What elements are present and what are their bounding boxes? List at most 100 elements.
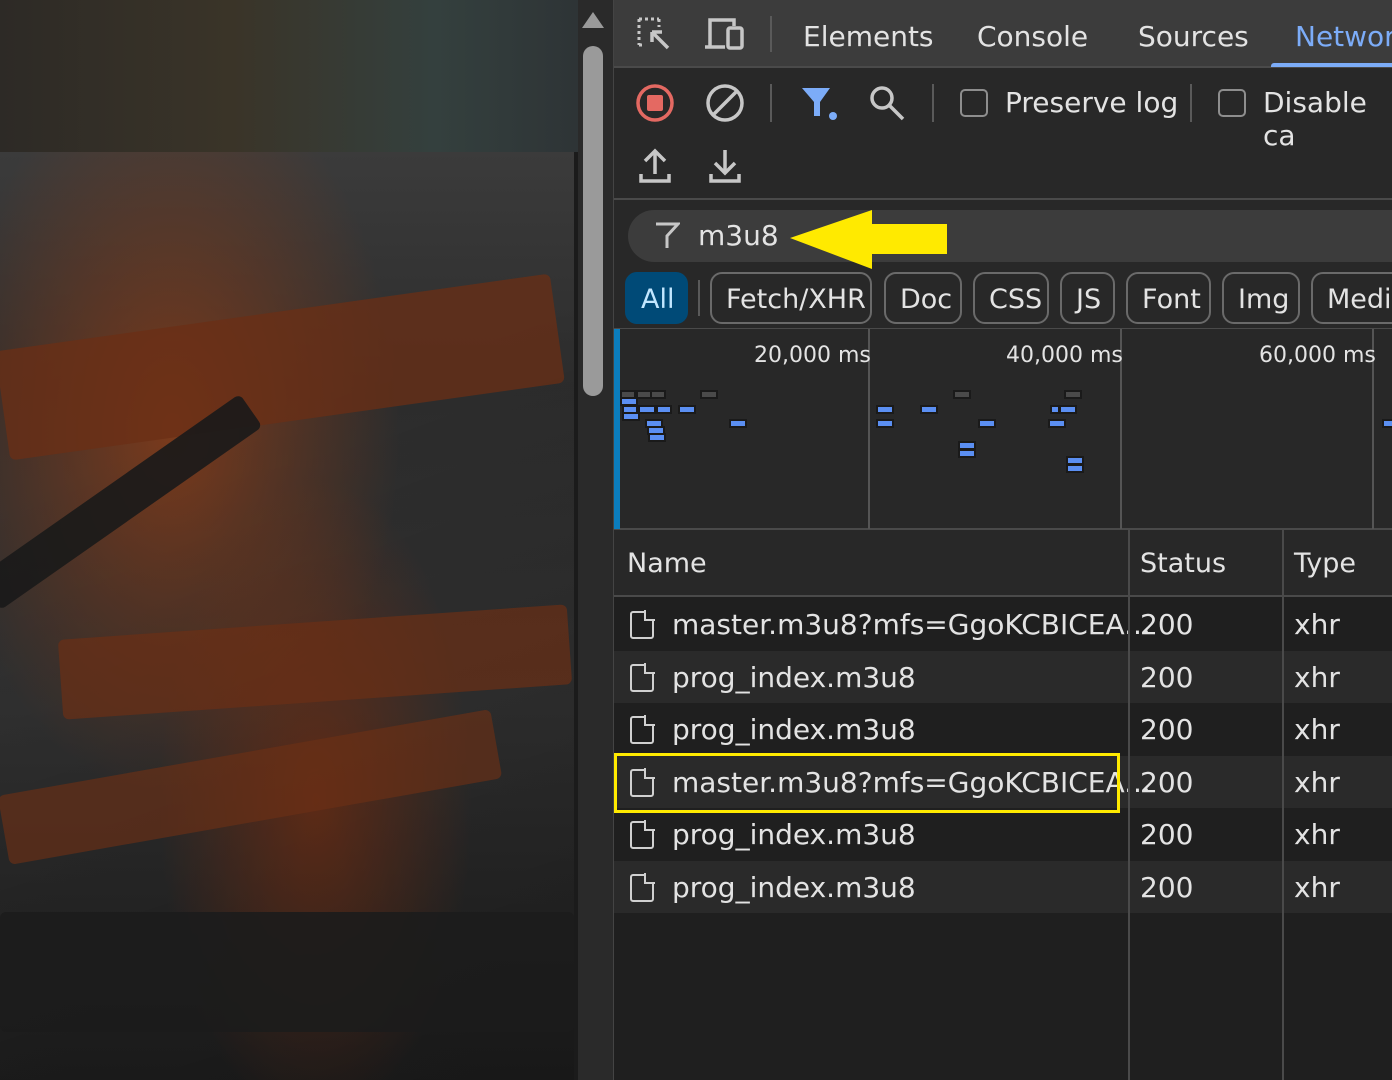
request-status: 200 bbox=[1140, 870, 1194, 904]
divider bbox=[1190, 84, 1192, 122]
timeline-bar bbox=[955, 392, 969, 397]
column-resizer[interactable] bbox=[1282, 530, 1284, 1080]
divider bbox=[770, 16, 772, 52]
chip-fetch-xhr[interactable]: Fetch/XHR bbox=[710, 272, 872, 324]
column-header-name[interactable]: Name bbox=[627, 548, 707, 579]
timeline-bar bbox=[980, 421, 994, 426]
document-icon bbox=[630, 820, 655, 849]
scrollbar-thumb[interactable] bbox=[583, 46, 603, 396]
highlight-annotation-box bbox=[614, 752, 1120, 813]
request-name[interactable]: prog_index.m3u8 bbox=[672, 713, 916, 746]
timeline-bar bbox=[622, 399, 636, 404]
devtools-tabbar: Elements Console Sources Networ bbox=[614, 0, 1392, 68]
request-status: 200 bbox=[1140, 608, 1194, 641]
filter-input[interactable]: m3u8 bbox=[628, 210, 1392, 262]
chip-img[interactable]: Img bbox=[1222, 272, 1300, 324]
export-har-icon[interactable] bbox=[708, 148, 742, 184]
tab-network[interactable]: Networ bbox=[1295, 20, 1392, 53]
page-scrollbar[interactable] bbox=[578, 0, 613, 1080]
timeline-bar bbox=[624, 414, 638, 419]
search-icon[interactable] bbox=[868, 84, 906, 122]
overview-range-handle[interactable] bbox=[614, 329, 620, 529]
timeline-bar bbox=[1050, 421, 1064, 426]
document-icon bbox=[630, 715, 655, 744]
timeline-bar bbox=[1384, 421, 1392, 426]
timeline-bar bbox=[960, 451, 974, 456]
table-header: Name Status Type bbox=[614, 530, 1392, 597]
timeline-bar bbox=[878, 407, 892, 412]
tab-elements[interactable]: Elements bbox=[803, 20, 934, 53]
tab-console[interactable]: Console bbox=[977, 20, 1088, 53]
column-resizer[interactable] bbox=[1128, 530, 1130, 1080]
table-row[interactable]: prog_index.m3u8 200 xhr bbox=[614, 860, 1392, 913]
timeline-bar bbox=[680, 407, 694, 412]
table-row[interactable]: prog_index.m3u8 200 xhr bbox=[614, 703, 1392, 756]
timeline-bar bbox=[922, 407, 936, 412]
filter-input-value[interactable]: m3u8 bbox=[698, 219, 779, 252]
timeline-bar bbox=[1066, 392, 1080, 397]
timeline-bar bbox=[649, 428, 663, 433]
filter-row: m3u8 All Fetch/XHR Doc CSS JS Font Img M… bbox=[614, 202, 1392, 328]
timeline-bar bbox=[878, 421, 892, 426]
inspect-element-icon[interactable] bbox=[636, 16, 674, 54]
request-name[interactable]: prog_index.m3u8 bbox=[672, 871, 916, 904]
webpage-viewport bbox=[0, 0, 578, 1080]
chip-doc[interactable]: Doc bbox=[884, 272, 962, 324]
divider bbox=[770, 84, 772, 122]
chip-media[interactable]: Medi bbox=[1311, 272, 1392, 324]
table-row[interactable]: master.m3u8?mfs=GgoKCBICEA... 200 xhr bbox=[614, 598, 1392, 651]
timeline-bar bbox=[647, 421, 661, 426]
network-toolbar: Preserve log Disable ca bbox=[614, 70, 1392, 200]
tick-label: 40,000 ms bbox=[1006, 343, 1123, 368]
request-type: xhr bbox=[1294, 608, 1340, 641]
column-header-status[interactable]: Status bbox=[1140, 548, 1226, 579]
timeline-bar bbox=[622, 392, 634, 397]
device-toolbar-icon[interactable] bbox=[704, 16, 746, 52]
disable-cache-checkbox[interactable] bbox=[1218, 89, 1246, 117]
timeline-bar bbox=[1068, 458, 1082, 463]
request-status: 200 bbox=[1140, 818, 1194, 851]
timeline-bar bbox=[702, 392, 716, 397]
request-type: xhr bbox=[1294, 765, 1340, 799]
preserve-log-label[interactable]: Preserve log bbox=[1005, 86, 1178, 119]
timeline-bar bbox=[1052, 407, 1058, 412]
network-overview-timeline[interactable]: 20,000 ms 40,000 ms 60,000 ms bbox=[614, 328, 1392, 530]
request-name[interactable]: prog_index.m3u8 bbox=[672, 818, 916, 851]
chip-font[interactable]: Font bbox=[1126, 272, 1211, 324]
import-har-icon[interactable] bbox=[638, 148, 672, 184]
filter-funnel-icon bbox=[656, 222, 680, 248]
page-header-image bbox=[0, 0, 578, 152]
request-name[interactable]: master.m3u8?mfs=GgoKCBICEA... bbox=[672, 608, 1151, 641]
tab-sources[interactable]: Sources bbox=[1138, 20, 1249, 53]
divider bbox=[698, 280, 700, 316]
timeline-bar bbox=[731, 421, 745, 426]
timeline-bar bbox=[960, 443, 974, 448]
filter-icon[interactable] bbox=[800, 86, 840, 122]
chip-css[interactable]: CSS bbox=[973, 272, 1049, 324]
timeline-bar bbox=[624, 407, 636, 412]
timeline-bar bbox=[1068, 466, 1082, 471]
table-row[interactable]: prog_index.m3u8 200 xhr bbox=[614, 650, 1392, 703]
request-type: xhr bbox=[1294, 713, 1340, 746]
request-status: 200 bbox=[1140, 660, 1194, 694]
disable-cache-label[interactable]: Disable ca bbox=[1263, 86, 1392, 152]
column-header-type[interactable]: Type bbox=[1294, 548, 1356, 579]
request-type: xhr bbox=[1294, 870, 1340, 904]
preserve-log-checkbox[interactable] bbox=[960, 89, 988, 117]
devtools-panel: Elements Console Sources Networ Preserve… bbox=[613, 0, 1392, 1080]
timeline-bar bbox=[638, 392, 650, 397]
clear-icon[interactable] bbox=[704, 82, 746, 124]
chip-all[interactable]: All bbox=[625, 272, 688, 324]
scroll-up-arrow-icon[interactable] bbox=[582, 12, 604, 28]
request-type: xhr bbox=[1294, 660, 1340, 694]
table-row[interactable]: prog_index.m3u8 200 xhr bbox=[614, 808, 1392, 861]
chip-js[interactable]: JS bbox=[1060, 272, 1115, 324]
request-name[interactable]: prog_index.m3u8 bbox=[672, 661, 916, 694]
document-icon bbox=[630, 662, 655, 692]
timeline-bar bbox=[658, 407, 670, 412]
network-request-table: Name Status Type master.m3u8?mfs=GgoKCBI… bbox=[614, 530, 1392, 1080]
stop-recording-icon[interactable] bbox=[634, 82, 676, 124]
request-type: xhr bbox=[1294, 818, 1340, 851]
annotation-arrow-icon bbox=[790, 210, 947, 269]
tick-label: 20,000 ms bbox=[754, 343, 871, 368]
